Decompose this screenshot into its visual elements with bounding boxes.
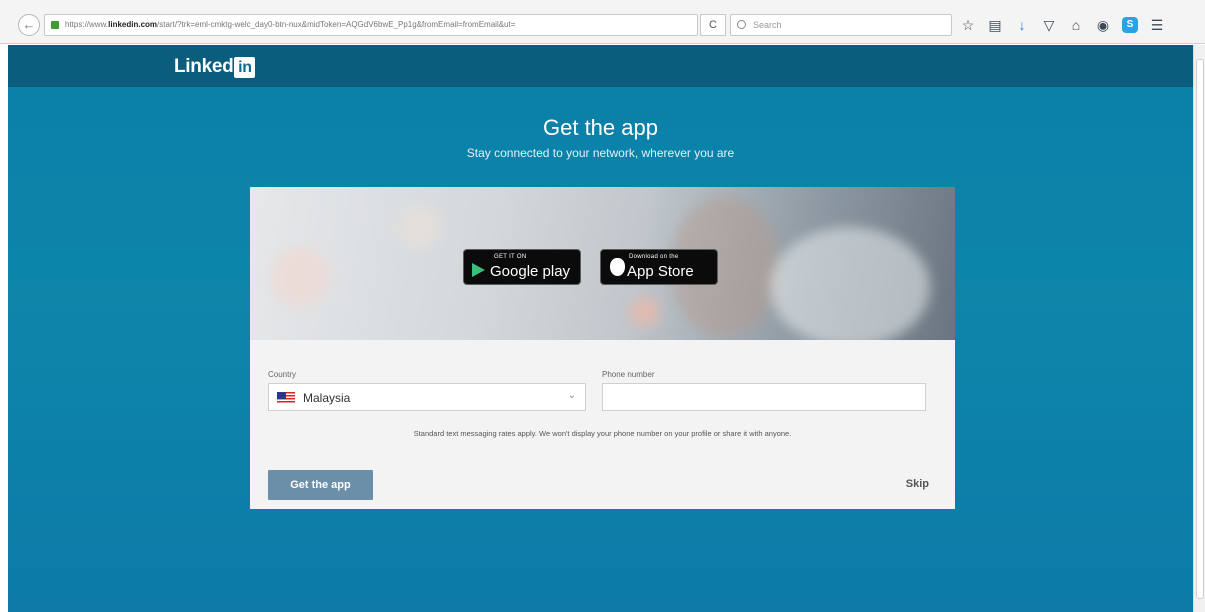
country-label: Country (268, 370, 297, 379)
google-play-button[interactable]: GET IT ON Google play (463, 249, 581, 285)
site-header: Linked in (8, 45, 1193, 87)
google-play-icon (472, 263, 485, 277)
linkedin-logo[interactable]: Linked in (174, 56, 256, 78)
url-path: /start/?trk=eml-cmktg-welc_day0-btn-nux&… (157, 20, 516, 29)
download-icon[interactable]: ↓ (1014, 17, 1030, 33)
page-title: Get the app (543, 115, 658, 140)
logo-text: Linked (174, 56, 234, 77)
country-select[interactable]: Malaysia ⌄ (268, 383, 586, 411)
page-background: Linked in Get the app Stay connected to … (8, 45, 1193, 612)
clipboard-icon[interactable]: ▤ (987, 17, 1003, 33)
phone-number-input[interactable] (602, 383, 926, 411)
google-play-small-text: GET IT ON (494, 254, 527, 260)
get-the-app-button[interactable]: Get the app (268, 470, 373, 500)
page-subtitle: Stay connected to your network, wherever… (466, 146, 735, 160)
menu-icon[interactable]: ☰ (1149, 17, 1165, 33)
skip-link[interactable]: Skip (906, 478, 929, 490)
country-value: Malaysia (303, 391, 351, 405)
chevron-down-icon: ⌄ (567, 390, 576, 401)
logo-badge: in (234, 56, 256, 78)
browser-toolbar: ← https://www.linkedin.com/start/?trk=em… (0, 0, 1205, 44)
address-bar[interactable]: https://www.linkedin.com/start/?trk=eml-… (44, 14, 698, 36)
phone-label: Phone number (602, 370, 655, 379)
scroll-thumb[interactable] (1196, 59, 1204, 599)
skype-icon[interactable]: S (1122, 17, 1138, 33)
star-icon[interactable]: ☆ (960, 17, 976, 33)
back-arrow-icon[interactable]: ← (18, 14, 40, 36)
search-icon (737, 20, 746, 29)
apple-icon (610, 258, 625, 276)
app-store-text: App Store (627, 263, 694, 280)
hero-image: GET IT ON Google play Download on the Ap… (250, 187, 955, 340)
url-host: linkedin.com (108, 20, 158, 29)
browser-search-input[interactable]: Search (730, 14, 952, 36)
lock-icon (51, 21, 59, 29)
toolbar-icons: ☆ ▤ ↓ ▽ ⌂ ◉ S ☰ (960, 14, 1165, 36)
url-prefix: https://www. (65, 20, 109, 29)
disclaimer-text: Standard text messaging rates apply. We … (413, 429, 792, 438)
malaysia-flag-icon (277, 392, 295, 403)
home-icon[interactable]: ⌂ (1068, 17, 1084, 33)
get-app-card: GET IT ON Google play Download on the Ap… (250, 187, 955, 509)
app-store-button[interactable]: Download on the App Store (600, 249, 718, 285)
search-placeholder: Search (753, 20, 782, 30)
google-play-text: Google play (490, 263, 571, 280)
chat-icon[interactable]: ◉ (1095, 17, 1111, 33)
app-store-small-text: Download on the (629, 254, 679, 260)
reload-icon[interactable]: C (700, 14, 726, 36)
pocket-icon[interactable]: ▽ (1041, 17, 1057, 33)
scrollbar[interactable] (1193, 45, 1205, 612)
